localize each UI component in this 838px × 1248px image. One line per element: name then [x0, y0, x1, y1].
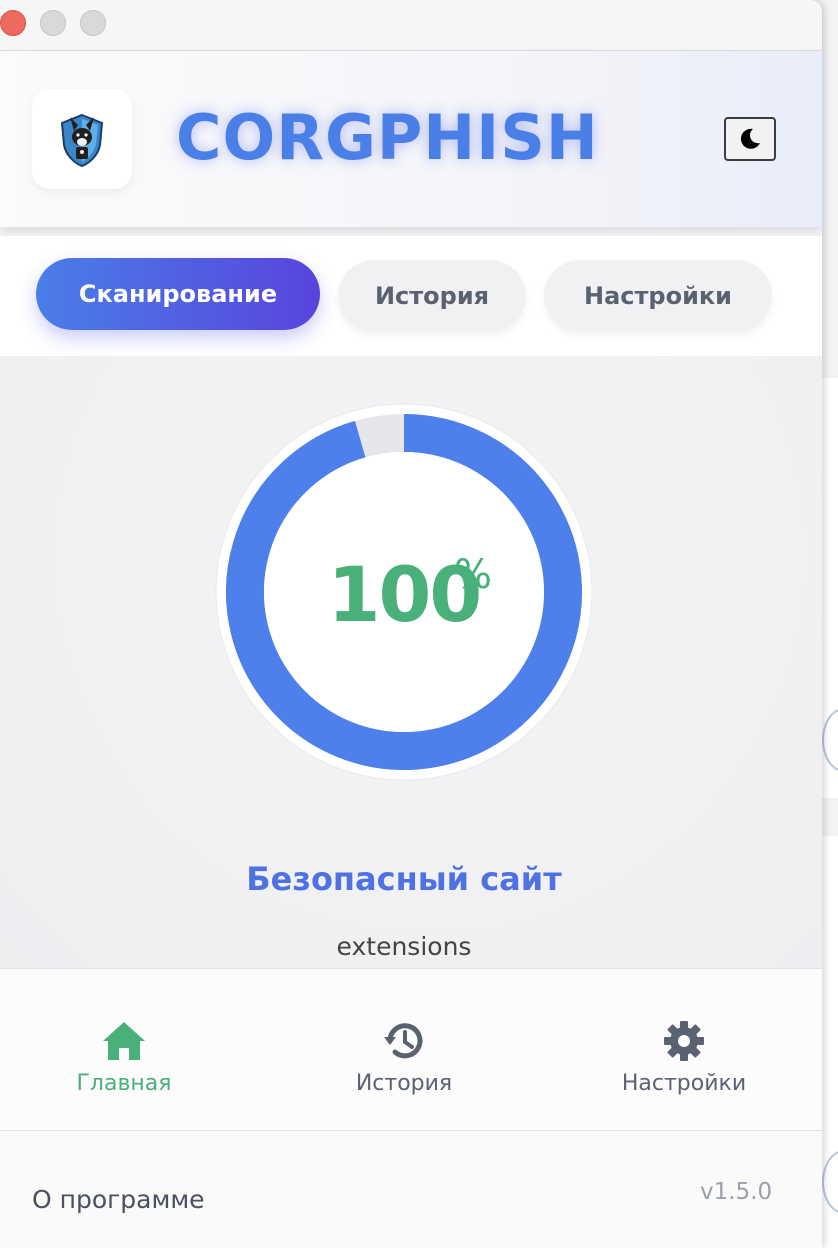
app-header: CORGPHISH — [0, 51, 822, 227]
nav-label-settings: Настройки — [621, 1071, 747, 1096]
tab-bar: Сканирование История Настройки — [0, 236, 822, 356]
tab-scan[interactable]: Сканирование — [36, 258, 320, 330]
home-icon — [103, 1022, 145, 1060]
safety-score-value: 100 — [327, 550, 483, 639]
history-icon — [384, 1023, 423, 1059]
nav-label-home: Главная — [76, 1071, 172, 1096]
window-minimize-button[interactable] — [40, 10, 66, 36]
tab-settings[interactable]: Настройки — [544, 260, 772, 332]
safety-score-unit: % — [454, 552, 493, 598]
footer: О программе v1.5.0 — [0, 1130, 822, 1248]
scan-result-area: 100 % Безопасный сайт extensions — [0, 356, 822, 968]
version-label: v1.5.0 — [700, 1179, 773, 1205]
theme-toggle-button[interactable] — [724, 117, 776, 161]
moon-icon — [740, 128, 760, 149]
gear-icon — [664, 1021, 704, 1061]
bottom-navigation: Главная История Настройки — [0, 968, 822, 1131]
tab-history[interactable]: История — [338, 260, 526, 332]
window-maximize-button[interactable] — [80, 10, 106, 36]
safety-status: Безопасный сайт — [246, 860, 562, 898]
nav-label-history: История — [355, 1071, 453, 1096]
app-title: CORGPHISH — [176, 101, 599, 174]
scanned-domain: extensions — [336, 932, 472, 961]
window-close-button[interactable] — [0, 10, 26, 36]
logo — [32, 89, 132, 189]
safety-score-gauge: 100 % — [214, 402, 594, 782]
title-bar — [0, 0, 822, 51]
extension-popup-window: CORGPHISH Сканирование История Настройки… — [0, 0, 822, 1248]
nav-item-home[interactable]: Главная — [24, 1019, 224, 1096]
nav-item-history[interactable]: История — [304, 1019, 504, 1096]
corgi-shield-logo-icon — [60, 113, 104, 168]
nav-item-settings[interactable]: Настройки — [584, 1019, 784, 1096]
about-link[interactable]: О программе — [32, 1185, 205, 1214]
